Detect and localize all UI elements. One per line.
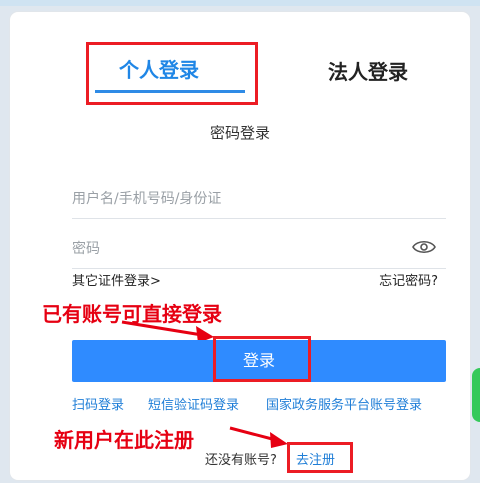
username-placeholder: 用户名/手机号码/身份证 (72, 191, 222, 207)
annotation-new-user: 新用户在此注册 (54, 428, 194, 452)
other-id-login-link[interactable]: 其它证件登录> (72, 270, 161, 289)
gov-platform-login-link[interactable]: 国家政务服务平台账号登录 (266, 394, 422, 413)
login-options-row: 其它证件登录> 忘记密码? (72, 270, 446, 289)
login-page: 个人登录 法人登录 密码登录 用户名/手机号码/身份证 密码 其它证件登录> 忘… (0, 0, 480, 483)
username-field[interactable]: 用户名/手机号码/身份证 (72, 178, 446, 219)
eye-icon[interactable] (412, 238, 436, 256)
password-placeholder: 密码 (72, 241, 100, 257)
side-widget[interactable] (472, 368, 480, 422)
scan-login-link[interactable]: 扫码登录 (72, 394, 124, 413)
password-login-subtitle: 密码登录 (209, 124, 270, 142)
no-account-text: 还没有账号? (205, 453, 277, 468)
highlight-box-register (287, 442, 353, 473)
highlight-box-login-button (213, 336, 311, 382)
forgot-password-link[interactable]: 忘记密码? (379, 270, 438, 289)
password-field[interactable]: 密码 (72, 228, 446, 269)
tab-legal-login[interactable]: 法人登录 (328, 56, 408, 85)
sms-login-link[interactable]: 短信验证码登录 (148, 394, 239, 413)
arrow-icon (229, 426, 288, 448)
highlight-box-personal-tab (86, 42, 258, 105)
top-bar (0, 0, 480, 6)
